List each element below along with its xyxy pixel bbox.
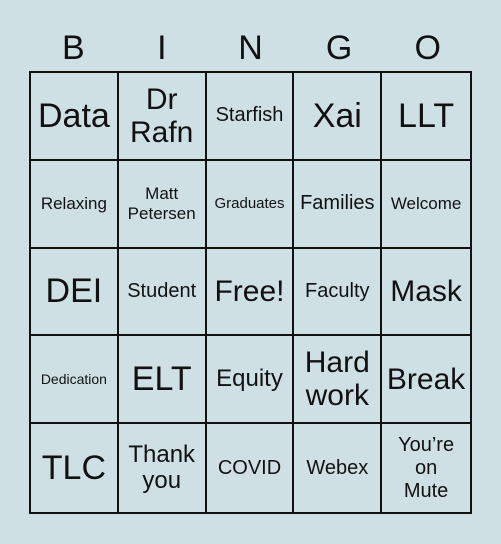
bingo-cell[interactable]: COVID [207,424,295,512]
bingo-cell[interactable]: LLT [382,73,470,161]
cell-label: Break [386,362,466,396]
bingo-cell[interactable]: Faculty [294,248,383,337]
cell-label: TLC [41,449,107,488]
bingo-cell[interactable]: Student [118,248,207,337]
cell-label-line: Petersen [127,203,196,223]
cell-label: Starfish [215,104,284,127]
cell-label-line: Matt [145,184,179,204]
bingo-cell[interactable]: You’re on Mute [382,424,470,512]
cell-label: Mask [390,274,462,308]
cell-label: Equity [216,365,283,393]
bingo-cell[interactable]: Xai [294,73,383,161]
header-letter-g: G [325,29,353,67]
cell-label: Student [127,279,197,302]
cell-label-line: you [142,467,182,495]
bingo-cell[interactable]: Hard work [294,336,383,425]
cell-label-line: You’re [398,433,455,456]
bingo-cell[interactable]: Thank you [119,424,207,512]
cell-label: ELT [131,360,192,399]
bingo-cell[interactable]: Dr Rafn [118,73,207,161]
cell-label: Data [37,96,110,135]
cell-label-line: Hard [304,346,370,380]
bingo-cell[interactable]: Families [294,160,383,249]
bingo-cell[interactable]: DEI [31,248,119,337]
cell-label: COVID [217,456,282,479]
bingo-cell[interactable]: ELT [118,336,207,425]
cell-label: LLT [398,96,455,135]
cell-label-line: Dr [145,82,178,116]
bingo-cell[interactable]: Welcome [382,161,470,249]
bingo-cell[interactable]: Break [382,336,470,425]
header-letter-o: O [414,29,441,67]
cell-label: Free! [214,274,285,308]
bingo-cell[interactable]: Starfish [206,73,295,161]
bingo-cell[interactable]: Equity [206,336,295,425]
cell-label: Faculty [305,279,370,302]
bingo-cell-free-space[interactable]: Free! [206,248,295,337]
bingo-cell[interactable]: Graduates [206,160,295,249]
cell-label: Xai [312,96,362,135]
cell-label: Welcome [390,193,462,213]
header-letter-b: B [61,29,85,67]
cell-label-line: work [305,379,369,413]
cell-label: DEI [45,272,103,311]
bingo-cell[interactable]: Dedication [31,336,119,425]
header-letter-i: I [157,29,167,67]
cell-label: Families [300,192,375,215]
cell-label: Graduates [214,195,285,213]
cell-label: Webex [306,456,369,479]
bingo-board: Data Dr Rafn Starfish Xai LLT Relaxing Ma… [29,71,472,514]
cell-label-line: on [414,456,438,479]
cell-label-line: Mute [403,479,449,502]
header-letter-n: N [238,29,263,67]
bingo-cell[interactable]: Data [31,73,119,161]
bingo-cell[interactable]: Relaxing [31,160,119,249]
bingo-cell[interactable]: Webex [294,424,383,512]
cell-label: Relaxing [40,193,107,213]
cell-label-line: Rafn [130,115,194,149]
bingo-cell[interactable]: TLC [31,424,119,512]
bingo-cell[interactable]: Matt Petersen [118,160,207,249]
bingo-header: B I N G O [29,26,472,70]
bingo-cell[interactable]: Mask [382,249,470,337]
cell-label: Dedication [40,371,107,388]
cell-label-line: Thank [128,440,196,468]
